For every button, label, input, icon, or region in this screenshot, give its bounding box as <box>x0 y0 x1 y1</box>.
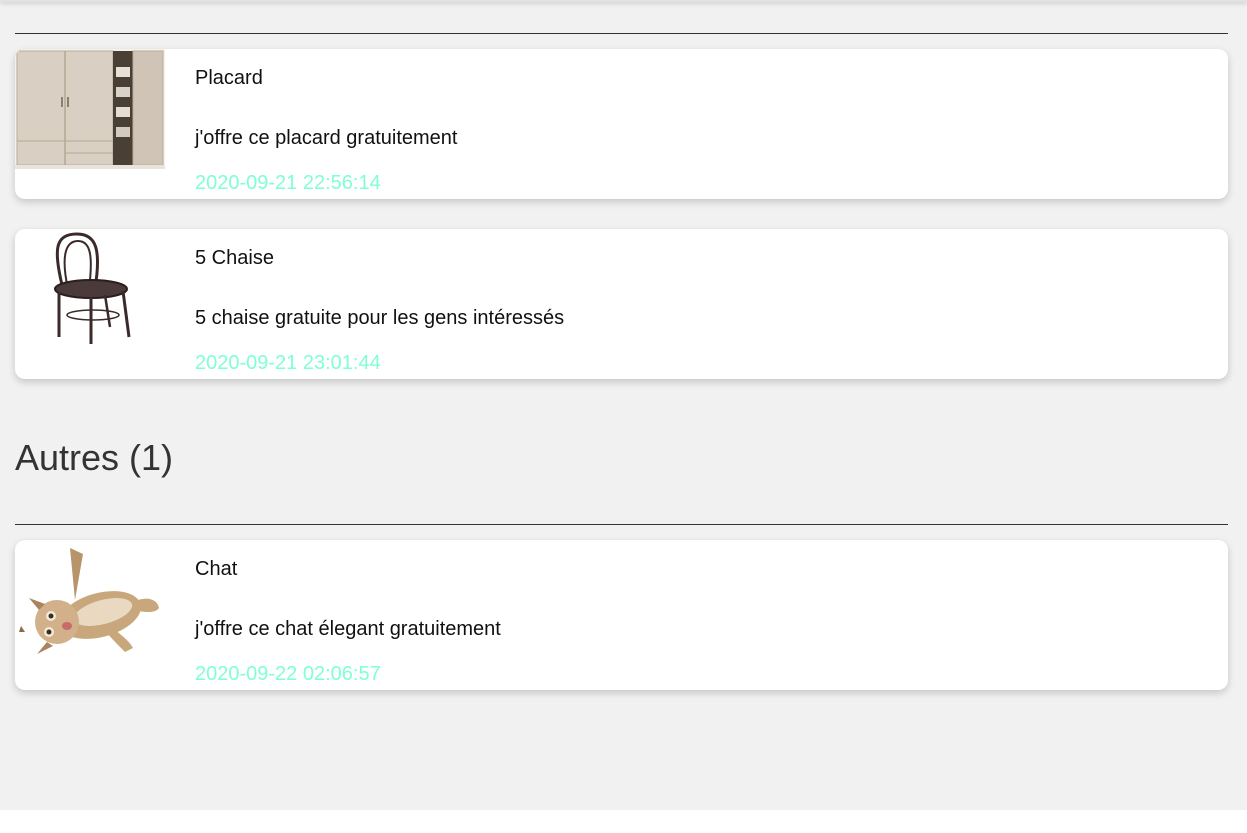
listing-date: 2020-09-22 02:06:57 <box>195 663 381 685</box>
listing-card-placard[interactable]: Placard j'offre ce placard gratuitement … <box>15 49 1228 199</box>
listing-date: 2020-09-21 23:01:44 <box>195 352 381 374</box>
cat-icon <box>19 548 159 654</box>
cat-image[interactable] <box>15 540 165 690</box>
listing-card-chat[interactable]: Chat j'offre ce chat élegant gratuitemen… <box>15 540 1228 690</box>
top-bar-edge <box>0 0 1247 2</box>
listing-title[interactable]: Placard <box>195 68 263 88</box>
listing-date: 2020-09-21 22:56:14 <box>195 172 381 194</box>
listing-title[interactable]: Chat <box>195 559 237 579</box>
section-divider <box>15 524 1228 525</box>
chair-image[interactable] <box>15 229 165 379</box>
chair-icon <box>54 232 131 344</box>
section-divider <box>15 33 1228 34</box>
listing-title[interactable]: 5 Chaise <box>195 248 274 268</box>
listing-description: j'offre ce placard gratuitement <box>195 127 458 149</box>
wardrobe-image[interactable] <box>15 49 165 199</box>
listing-description: 5 chaise gratuite pour les gens intéress… <box>195 307 565 329</box>
listing-card-chaise[interactable]: 5 Chaise 5 chaise gratuite pour les gens… <box>15 229 1228 379</box>
wardrobe-icon <box>15 49 165 169</box>
section-heading-other: Autres (1) <box>15 437 174 478</box>
page: Placard j'offre ce placard gratuitement … <box>0 0 1247 810</box>
listing-description: j'offre ce chat élegant gratuitement <box>195 618 501 640</box>
